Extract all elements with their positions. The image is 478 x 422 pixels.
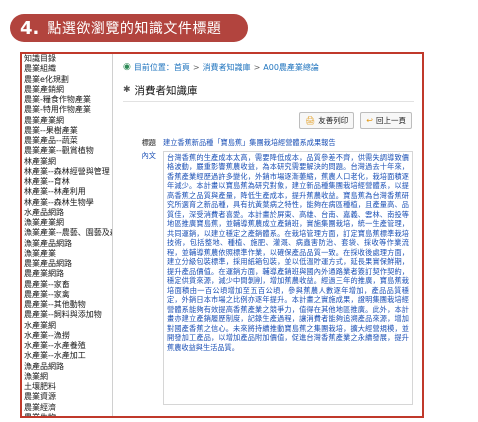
sidebar-item[interactable]: 水產品網路	[22, 208, 112, 218]
sidebar-item[interactable]: 農產業網路	[22, 269, 112, 279]
sidebar-item[interactable]: 漁業產業	[22, 249, 112, 259]
page-title: 消費者知識庫	[134, 84, 198, 97]
sidebar-item[interactable]: 農業產銷網	[22, 85, 112, 95]
sidebar-item[interactable]: 農業產業網	[22, 116, 112, 126]
step-instruction: 點選欲瀏覽的知識文件標題	[47, 21, 222, 37]
screenshot-frame: 知識目錄 農業組織 農業e化規劃 農業產銷網 農業-糧食作物產業 農業-特用作物產業 農業產…	[20, 52, 424, 418]
breadcrumb-current: A00農產業總論	[263, 62, 319, 72]
sidebar-item[interactable]: 農業-糧食作物產業	[22, 95, 112, 105]
content-row: 內文 台灣香蕉的生產成本太高，需要降低成本，品質參差不齊，供需失調導致價格波動，…	[123, 150, 414, 406]
step-badge: 4. 點選欲瀏覽的知識文件標題	[10, 14, 248, 42]
sidebar-item[interactable]: 林產業網	[22, 157, 112, 167]
print-button[interactable]: 🖨 友善列印	[299, 112, 355, 129]
sidebar-item[interactable]: 農產業--家禽	[22, 290, 112, 300]
sidebar-tree: 知識目錄 農業組織 農業e化規劃 農業產銷網 農業-糧食作物產業 農業-特用作物產業 農業產…	[22, 54, 113, 416]
page-title-bar: ✱ 消費者知識庫	[123, 82, 414, 102]
title-row: 標題 建立香蕉新品種「寶島蕉」集團栽培經營體系成果報告	[123, 137, 414, 150]
title-label: 標題	[141, 138, 156, 147]
sidebar-item[interactable]: 漁產品網路	[22, 362, 112, 372]
main-content: ◉ 目前位置： 首頁 > 消費者知識庫 > A00農產業總論 ✱ 消費者知識庫 …	[113, 54, 422, 416]
breadcrumb: ◉ 目前位置： 首頁 > 消費者知識庫 > A00農產業總論	[123, 60, 414, 74]
sidebar-item[interactable]: 林產業--林產利用	[22, 187, 112, 197]
sidebar-item[interactable]: 農業-特用作物產業	[22, 105, 112, 115]
document-detail-table: 標題 建立香蕉新品種「寶島蕉」集團栽培經營體系成果報告 內文 台灣香蕉的生產成本…	[123, 137, 414, 406]
breadcrumb-home-link[interactable]: 首頁	[174, 62, 190, 73]
content-label: 內文	[141, 150, 156, 160]
sidebar-item[interactable]: 農業生物	[22, 413, 112, 416]
sidebar-item[interactable]: 水產業--水產加工	[22, 351, 112, 361]
sidebar-item[interactable]: 林產業--森林經營與管理	[22, 167, 112, 177]
content-cell: 台灣香蕉的生產成本太高，需要降低成本，品質參差不齊，供需失調導致價格波動，嚴重影…	[162, 150, 414, 406]
printer-icon: 🖨	[305, 116, 316, 125]
sidebar-item[interactable]: 水產業網	[22, 321, 112, 331]
sidebar-item[interactable]: 農產業--其他動物	[22, 300, 112, 310]
sidebar-item[interactable]: 漁業產業--農藝、園藝及森林植物	[22, 228, 112, 238]
step-number: 4.	[20, 17, 40, 39]
sidebar-item[interactable]: 農產業--飼料與添加物	[22, 310, 112, 320]
sidebar-item[interactable]: 農業產品網路	[22, 259, 112, 269]
sidebar-item[interactable]: 林產業--森林生物學	[22, 198, 112, 208]
sidebar-item[interactable]: 農業經濟	[22, 403, 112, 413]
print-button-label: 友善列印	[318, 116, 349, 125]
sidebar-item[interactable]: 知識目錄	[22, 54, 112, 64]
back-button-label: 回上一頁	[376, 116, 406, 125]
sidebar-item[interactable]: 土壤肥料	[22, 382, 112, 392]
location-icon: ◉	[123, 62, 131, 72]
sidebar-item[interactable]: 農產業--家畜	[22, 280, 112, 290]
sidebar-item[interactable]: 農業組織	[22, 64, 112, 74]
breadcrumb-kb-link[interactable]: 消費者知識庫	[203, 62, 251, 73]
sidebar-item[interactable]: 農業產品--蔬菜	[22, 136, 112, 146]
breadcrumb-separator: >	[253, 62, 261, 72]
sidebar-item[interactable]: 農業e化規劃	[22, 75, 112, 85]
sidebar-item[interactable]: 農業--果樹產業	[22, 126, 112, 136]
sidebar-item[interactable]: 農業產業--觀賞植物	[22, 146, 112, 156]
back-arrow-icon: ↩	[366, 116, 373, 125]
document-title-link[interactable]: 建立香蕉新品種「寶島蕉」集團栽培經營體系成果報告	[162, 137, 414, 150]
bullet-icon: ✱	[123, 85, 131, 95]
sidebar-item[interactable]: 漁業產業網	[22, 218, 112, 228]
back-button[interactable]: ↩ 回上一頁	[360, 112, 412, 129]
sidebar-item[interactable]: 漁業產品網路	[22, 239, 112, 249]
sidebar-item[interactable]: 水產業--水產養殖	[22, 341, 112, 351]
sidebar-item[interactable]: 水產業--漁撈	[22, 331, 112, 341]
sidebar-item[interactable]: 農業資源	[22, 392, 112, 402]
sidebar-item[interactable]: 漁業網	[22, 372, 112, 382]
toolbar: 🖨 友善列印 ↩ 回上一頁	[123, 112, 412, 129]
document-content: 台灣香蕉的生產成本太高，需要降低成本，品質參差不齊，供需失調導致價格波動，嚴重影…	[163, 150, 413, 405]
breadcrumb-separator: >	[192, 62, 200, 72]
sidebar-item[interactable]: 林產業--育林	[22, 177, 112, 187]
breadcrumb-label: 目前位置：	[133, 62, 174, 72]
